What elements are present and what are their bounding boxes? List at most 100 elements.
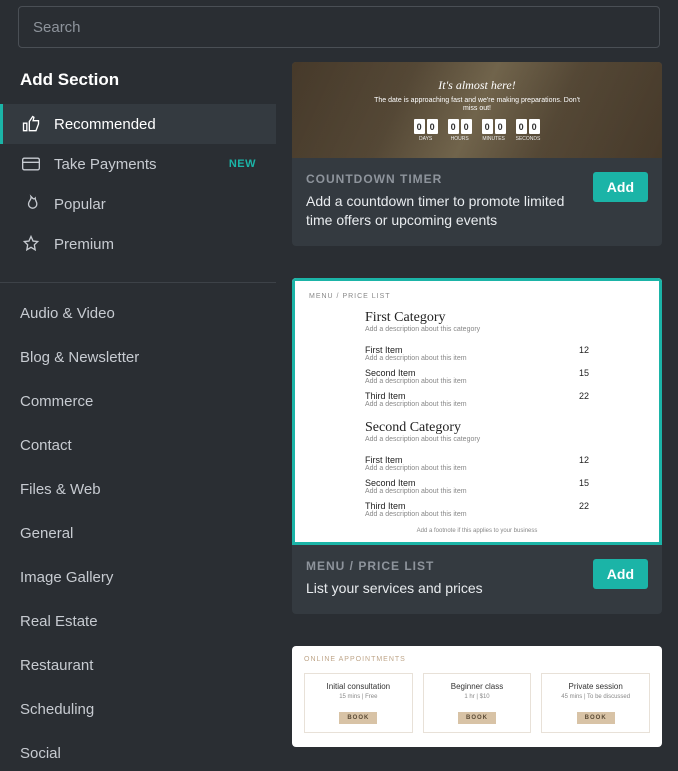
menu-item-desc: Add a description about this item (365, 511, 467, 518)
flame-icon (20, 193, 42, 215)
add-button[interactable]: Add (593, 172, 648, 202)
menu-item-price: 22 (579, 391, 589, 401)
menu-item-row: Second ItemAdd a description about this … (365, 474, 589, 497)
digit: 0 (482, 119, 493, 134)
thumbs-up-icon (20, 113, 42, 135)
digit-label: HOURS (448, 136, 472, 142)
category-item-files-web[interactable]: Files & Web (0, 467, 276, 511)
book-button: BOOK (339, 712, 377, 724)
section-cards[interactable]: It's almost here! The date is approachin… (276, 48, 678, 771)
category-item-general[interactable]: General (0, 511, 276, 555)
appointment-card: Private session 45 mins | To be discusse… (541, 673, 650, 733)
menu-item-name: Third Item (365, 501, 467, 511)
digit-label: DAYS (414, 136, 438, 142)
card-countdown-timer: It's almost here! The date is approachin… (292, 62, 662, 246)
menu-footnote: Add a footnote if this applies to your b… (309, 528, 645, 534)
menu-item-name: Third Item (365, 391, 467, 401)
menu-item-price: 22 (579, 501, 589, 511)
sidebar-item-label: Take Payments (54, 156, 229, 173)
appointment-card: Beginner class 1 hr | $10 BOOK (423, 673, 532, 733)
category-item-audio-video[interactable]: Audio & Video (0, 291, 276, 335)
menu-item-price: 15 (579, 478, 589, 488)
menu-item-name: First Item (365, 345, 467, 355)
digit: 0 (495, 119, 506, 134)
preview-crumb: ONLINE APPOINTMENTS (304, 656, 650, 663)
menu-category-title: First Category (365, 310, 589, 326)
card-title: COUNTDOWN TIMER (306, 172, 583, 186)
digit: 0 (529, 119, 540, 134)
menu-item-desc: Add a description about this item (365, 465, 467, 472)
search-input[interactable] (18, 6, 660, 48)
preview-heading: It's almost here! (438, 78, 515, 93)
menu-item-row: Second ItemAdd a description about this … (365, 364, 589, 387)
category-item-blog-newsletter[interactable]: Blog & Newsletter (0, 335, 276, 379)
digit: 0 (461, 119, 472, 134)
category-item-scheduling[interactable]: Scheduling (0, 687, 276, 731)
card-desc: Add a countdown timer to promote limited… (306, 192, 583, 230)
sidebar-item-recommended[interactable]: Recommended (0, 104, 276, 144)
appointment-detail: 15 mins | Free (311, 694, 406, 700)
menu-category-title: Second Category (365, 420, 589, 436)
menu-item-desc: Add a description about this item (365, 488, 467, 495)
appointment-detail: 1 hr | $10 (430, 694, 525, 700)
sidebar-item-take-payments[interactable]: Take Payments NEW (0, 144, 276, 184)
preview-crumb: MENU / PRICE LIST (309, 293, 645, 300)
appointment-title: Initial consultation (311, 682, 406, 691)
primary-nav: Recommended Take Payments NEW Popular P (0, 104, 276, 264)
menu-item-price: 15 (579, 368, 589, 378)
menu-item-name: First Item (365, 455, 467, 465)
preview-countdown[interactable]: It's almost here! The date is approachin… (292, 62, 662, 158)
appointment-title: Private session (548, 682, 643, 691)
appointment-card: Initial consultation 15 mins | Free BOOK (304, 673, 413, 733)
sidebar-item-label: Recommended (54, 116, 256, 133)
menu-item-desc: Add a description about this item (365, 401, 467, 408)
preview-menu[interactable]: MENU / PRICE LIST First Category Add a d… (292, 278, 662, 545)
book-button: BOOK (577, 712, 615, 724)
preview-appointments[interactable]: ONLINE APPOINTMENTS Initial consultation… (292, 646, 662, 747)
divider (0, 282, 276, 283)
menu-item-desc: Add a description about this item (365, 378, 467, 385)
digit: 0 (414, 119, 425, 134)
digit: 0 (427, 119, 438, 134)
menu-category-sub: Add a description about this category (365, 326, 589, 333)
menu-item-name: Second Item (365, 478, 467, 488)
card-menu-price-list: MENU / PRICE LIST First Category Add a d… (292, 278, 662, 614)
card-icon (20, 153, 42, 175)
category-item-restaurant[interactable]: Restaurant (0, 643, 276, 687)
appointment-title: Beginner class (430, 682, 525, 691)
menu-item-desc: Add a description about this item (365, 355, 467, 362)
card-desc: List your services and prices (306, 579, 583, 598)
menu-item-name: Second Item (365, 368, 467, 378)
category-item-real-estate[interactable]: Real Estate (0, 599, 276, 643)
digit: 0 (448, 119, 459, 134)
appointment-detail: 45 mins | To be discussed (548, 694, 643, 700)
card-title: MENU / PRICE LIST (306, 559, 583, 573)
countdown-digits: 0 0 DAYS 0 0 HOURS (414, 119, 541, 142)
digit-label: MINUTES (482, 136, 506, 142)
menu-item-row: First ItemAdd a description about this i… (365, 451, 589, 474)
sidebar-item-label: Premium (54, 236, 256, 253)
category-item-social[interactable]: Social (0, 731, 276, 771)
sidebar-item-popular[interactable]: Popular (0, 184, 276, 224)
new-badge: NEW (229, 158, 256, 170)
sidebar-item-label: Popular (54, 196, 256, 213)
star-icon (20, 233, 42, 255)
category-item-commerce[interactable]: Commerce (0, 379, 276, 423)
menu-item-row: Third ItemAdd a description about this i… (365, 497, 589, 520)
category-item-image-gallery[interactable]: Image Gallery (0, 555, 276, 599)
sidebar: Add Section Recommended Take Payments NE… (0, 48, 276, 771)
sidebar-item-premium[interactable]: Premium (0, 224, 276, 264)
category-item-contact[interactable]: Contact (0, 423, 276, 467)
menu-item-price: 12 (579, 455, 589, 465)
card-online-appointments: ONLINE APPOINTMENTS Initial consultation… (292, 646, 662, 747)
menu-item-row: Third ItemAdd a description about this i… (365, 387, 589, 410)
menu-category-sub: Add a description about this category (365, 436, 589, 443)
menu-item-row: First ItemAdd a description about this i… (365, 341, 589, 364)
section-title: Add Section (0, 70, 276, 104)
add-button[interactable]: Add (593, 559, 648, 589)
digit-label: SECONDS (516, 136, 541, 142)
menu-item-price: 12 (579, 345, 589, 355)
category-list: Audio & Video Blog & Newsletter Commerce… (0, 291, 276, 771)
book-button: BOOK (458, 712, 496, 724)
preview-subtext: The date is approaching fast and we're m… (367, 97, 587, 114)
